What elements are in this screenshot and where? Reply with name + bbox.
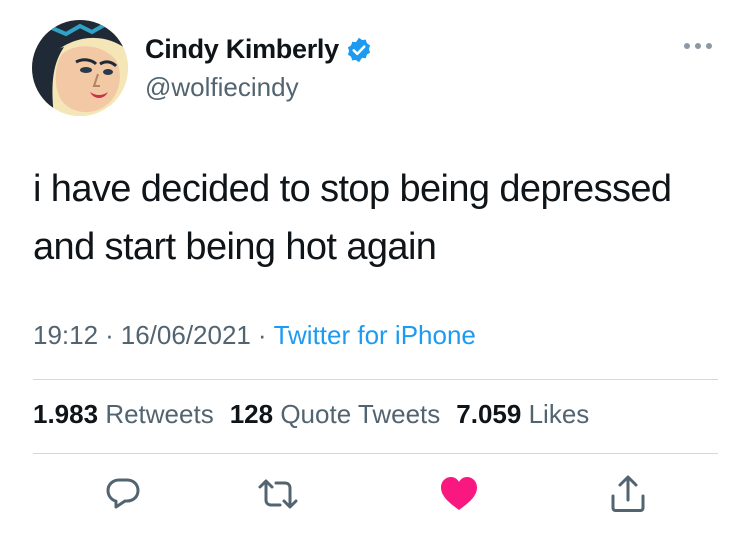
tweet-date[interactable]: 16/06/2021 <box>121 320 251 350</box>
retweets-count: 1.983 <box>33 399 99 429</box>
tweet-text-line-1: i have decided to stop being depressed <box>33 168 672 210</box>
action-bar <box>0 472 750 522</box>
divider-top <box>33 379 718 380</box>
author-handle[interactable]: @wolfiecindy <box>145 72 299 103</box>
more-options-icon[interactable] <box>680 36 716 56</box>
tweet-text: i have decided to stop being depressed a… <box>33 160 723 276</box>
likes-label: Likes <box>528 399 590 429</box>
tweet-time[interactable]: 19:12 <box>33 320 98 350</box>
divider-bottom <box>33 453 718 454</box>
retweets-label: Retweets <box>105 399 214 429</box>
tweet-source-link[interactable]: Twitter for iPhone <box>274 320 476 350</box>
engagement-stats: 1.983 Retweets 128 Quote Tweets 7.059 Like… <box>33 399 605 430</box>
meta-separator: · <box>257 320 267 350</box>
share-icon[interactable] <box>606 472 650 516</box>
likes-count: 7.059 <box>456 399 522 429</box>
avatar[interactable] <box>32 20 128 116</box>
quote-tweets-count: 128 <box>229 399 274 429</box>
likes-stat[interactable]: 7.059 Likes <box>456 399 589 429</box>
avatar-image <box>32 20 128 116</box>
tweet-meta: 19:12 · 16/06/2021 · Twitter for iPhone <box>33 320 476 351</box>
quote-tweets-label: Quote Tweets <box>280 399 441 429</box>
meta-separator: · <box>105 320 114 350</box>
retweet-icon[interactable] <box>256 472 300 516</box>
retweets-stat[interactable]: 1.983 Retweets <box>33 399 214 429</box>
display-name[interactable]: Cindy Kimberly <box>145 34 339 65</box>
author-name-row: Cindy Kimberly <box>145 34 373 65</box>
tweet-text-line-2: and start being hot again <box>33 226 437 268</box>
verified-badge-icon <box>345 36 373 64</box>
like-icon[interactable] <box>437 472 481 516</box>
quote-tweets-stat[interactable]: 128 Quote Tweets <box>230 399 441 429</box>
reply-icon[interactable] <box>101 472 145 516</box>
